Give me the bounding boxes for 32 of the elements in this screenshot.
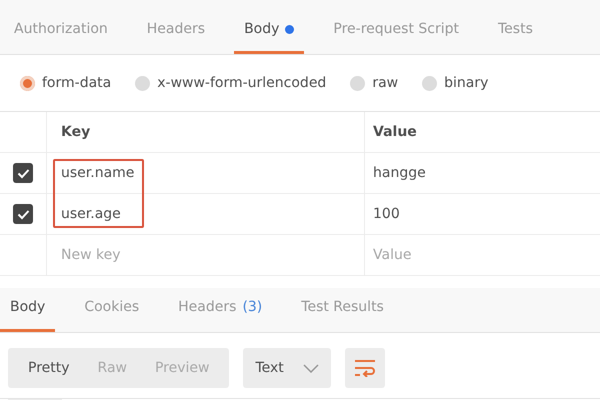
key-text: user.name <box>61 164 134 182</box>
checkbox[interactable] <box>13 204 33 224</box>
key-input[interactable]: New key <box>61 244 364 266</box>
column-header: Value <box>373 122 417 142</box>
tab[interactable]: Headers <box>136 19 216 54</box>
wrap-button[interactable] <box>345 348 386 388</box>
check-icon <box>16 168 30 178</box>
view-mode-button[interactable]: Preview <box>140 348 224 388</box>
value-text: 100 <box>373 204 400 224</box>
key-text: user.age <box>61 204 121 224</box>
view-mode-button[interactable]: Raw <box>84 348 141 388</box>
tab[interactable]: Pre-request Script <box>323 19 469 54</box>
format-dropdown[interactable]: Text <box>243 348 332 388</box>
tab[interactable]: Test Results <box>291 297 394 332</box>
tab[interactable]: Body <box>0 297 56 332</box>
radio-option[interactable]: x-www-form-urlencoded <box>135 72 326 94</box>
check-icon <box>16 208 30 220</box>
chevron-down-icon <box>303 364 320 372</box>
wrap-icon <box>354 359 376 377</box>
radio-option[interactable]: raw <box>350 72 398 94</box>
tab[interactable]: Body <box>234 19 304 54</box>
checkbox[interactable] <box>13 163 33 183</box>
column-header: Key <box>61 122 90 142</box>
value-input[interactable]: Value <box>373 244 600 266</box>
radio-option[interactable]: binary <box>422 72 488 94</box>
tab[interactable]: Headers (3) <box>168 297 272 332</box>
tab[interactable]: Cookies <box>74 297 150 332</box>
view-mode-button[interactable]: Pretty <box>14 348 84 388</box>
value-text: hangge <box>373 164 426 182</box>
radio-option[interactable]: form-data <box>20 72 112 94</box>
tab[interactable]: Tests <box>488 19 543 54</box>
tab[interactable]: Authorization <box>4 19 118 54</box>
